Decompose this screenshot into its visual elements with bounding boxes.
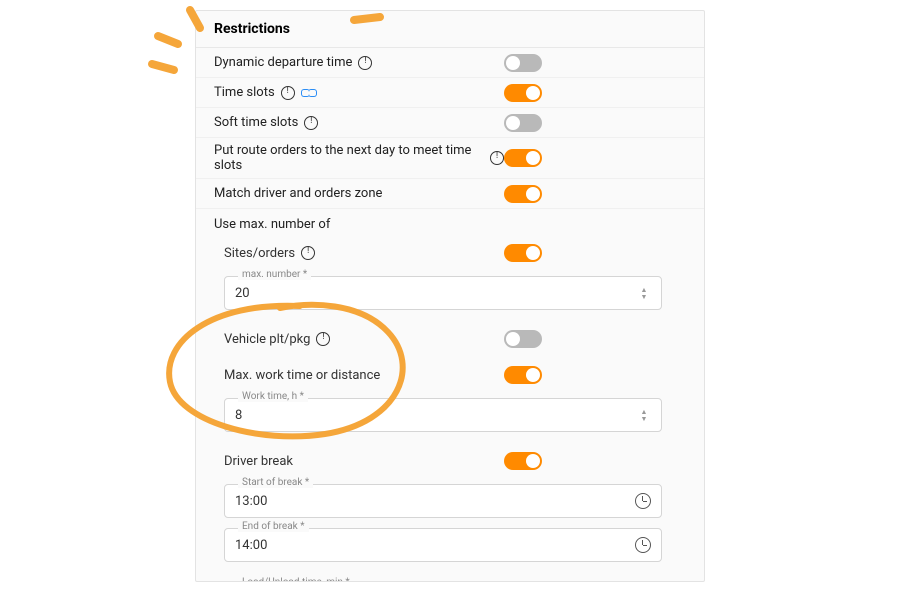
toggle-sites-orders[interactable]: [504, 244, 542, 262]
label-sites-orders: Sites/orders: [224, 246, 295, 261]
label-time-slots: Time slots: [214, 85, 275, 100]
sub-work-time: Max. work time or distance Work time, h …: [196, 358, 704, 444]
sub-load-unload: Load/Unload time, min * 30 ▲▼: [196, 574, 704, 582]
label-next-day: Put route orders to the next day to meet…: [214, 143, 484, 173]
input-break-end[interactable]: 14:00: [224, 528, 662, 562]
stepper-icon[interactable]: ▲▼: [637, 287, 651, 300]
toggle-vehicle[interactable]: [504, 330, 542, 348]
info-icon[interactable]: [304, 116, 318, 130]
input-break-end-value: 14:00: [235, 538, 629, 553]
stepper-icon[interactable]: ▲▼: [637, 409, 651, 422]
row-time-slots: Time slots: [196, 78, 704, 108]
label-work-time: Max. work time or distance: [224, 368, 380, 383]
field-label-break-start: Start of break *: [238, 477, 313, 488]
toggle-match-zone[interactable]: [504, 185, 542, 203]
field-label-max-number: max. number *: [238, 269, 311, 280]
input-break-start[interactable]: 13:00: [224, 484, 662, 518]
row-dynamic-departure: Dynamic departure time: [196, 48, 704, 78]
toggle-next-day[interactable]: [504, 149, 542, 167]
label-dynamic-departure: Dynamic departure time: [214, 55, 352, 70]
restrictions-panel: Restrictions Dynamic departure time Time…: [195, 10, 705, 582]
input-work-hours[interactable]: 8 ▲▼: [224, 398, 662, 432]
clock-icon[interactable]: [635, 493, 651, 509]
sub-vehicle: Vehicle plt/pkg: [196, 322, 704, 358]
field-label-break-end: End of break *: [238, 521, 309, 532]
row-soft-time-slots: Soft time slots: [196, 108, 704, 138]
toggle-driver-break[interactable]: [504, 452, 542, 470]
info-icon[interactable]: [490, 151, 504, 165]
field-label-work-hours: Work time, h *: [238, 391, 308, 402]
use-max-heading: Use max. number of: [196, 209, 704, 236]
sub-sites-orders: Sites/orders max. number * 20 ▲▼: [196, 236, 704, 322]
row-next-day: Put route orders to the next day to meet…: [196, 138, 704, 179]
field-label-load-unload: Load/Unload time, min *: [238, 577, 354, 582]
info-icon[interactable]: [281, 86, 295, 100]
sub-driver-break: Driver break Start of break * 13:00 End …: [196, 444, 704, 574]
input-break-start-value: 13:00: [235, 494, 629, 509]
clock-icon[interactable]: [635, 537, 651, 553]
toggle-dynamic-departure[interactable]: [504, 54, 542, 72]
input-work-hours-value: 8: [235, 408, 631, 423]
toggle-soft-time-slots[interactable]: [504, 114, 542, 132]
label-driver-break: Driver break: [224, 454, 293, 469]
label-soft-time-slots: Soft time slots: [214, 115, 298, 130]
row-match-zone: Match driver and orders zone: [196, 179, 704, 209]
input-max-number[interactable]: 20 ▲▼: [224, 276, 662, 310]
panel-title: Restrictions: [196, 11, 704, 48]
label-vehicle: Vehicle plt/pkg: [224, 332, 310, 347]
toggle-time-slots[interactable]: [504, 84, 542, 102]
toggle-work-time[interactable]: [504, 366, 542, 384]
info-icon[interactable]: [301, 246, 315, 260]
info-icon[interactable]: [316, 332, 330, 346]
link-icon[interactable]: [301, 87, 317, 99]
label-match-zone: Match driver and orders zone: [214, 186, 382, 201]
input-max-number-value: 20: [235, 286, 631, 301]
info-icon[interactable]: [358, 56, 372, 70]
